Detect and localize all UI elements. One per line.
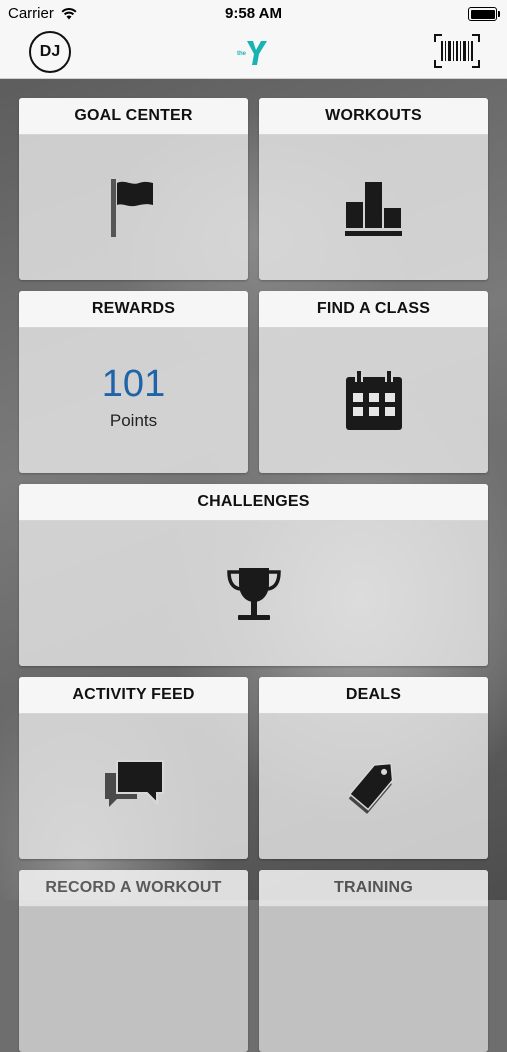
ymca-logo[interactable]: the — [236, 38, 272, 66]
record-a-workout-tile[interactable]: RECORD A WORKOUT — [19, 870, 248, 1052]
profile-avatar-button[interactable]: DJ — [29, 31, 71, 73]
goal-center-title: GOAL CENTER — [19, 98, 248, 135]
podium-icon — [344, 181, 402, 236]
activity-feed-tile[interactable]: ACTIVITY FEED — [19, 677, 248, 859]
reward-points-label: Points — [109, 410, 158, 430]
record-a-workout-title: RECORD A WORKOUT — [19, 870, 248, 907]
workouts-title: WORKOUTS — [259, 98, 488, 135]
battery-icon — [468, 7, 500, 21]
chat-bubbles-icon — [104, 759, 164, 807]
status-bar: Carrier 9:58 AM — [0, 5, 507, 25]
trophy-icon — [226, 567, 281, 620]
rewards-tile[interactable]: REWARDS 101 Points — [19, 291, 248, 473]
flag-icon — [110, 178, 153, 237]
avatar-initials: DJ — [39, 43, 61, 60]
rewards-title: REWARDS — [19, 291, 248, 328]
logo-the-text: the — [237, 51, 247, 57]
training-tile[interactable]: TRAINING — [259, 870, 488, 1052]
goal-center-tile[interactable]: GOAL CENTER — [19, 98, 248, 280]
calendar-icon — [345, 370, 402, 430]
find-a-class-title: FIND A CLASS — [259, 291, 488, 328]
deals-title: DEALS — [259, 677, 488, 714]
training-title: TRAINING — [259, 870, 488, 907]
price-tags-icon — [348, 762, 393, 814]
status-time: 9:58 AM — [225, 5, 282, 22]
challenges-tile[interactable]: CHALLENGES — [19, 484, 488, 666]
top-bar: Carrier 9:58 AM DJ the — [0, 0, 507, 79]
activity-feed-title: ACTIVITY FEED — [19, 677, 248, 714]
workouts-tile[interactable]: WORKOUTS — [259, 98, 488, 280]
find-a-class-tile[interactable]: FIND A CLASS — [259, 291, 488, 473]
challenges-title: CHALLENGES — [19, 484, 488, 521]
deals-tile[interactable]: DEALS — [259, 677, 488, 859]
barcode-scan-button[interactable] — [434, 34, 480, 68]
reward-points-value: 101 — [101, 362, 166, 405]
